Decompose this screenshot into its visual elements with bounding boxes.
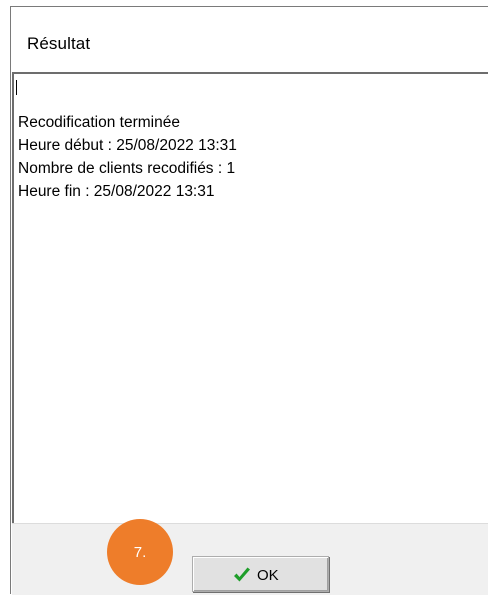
dialog-titlebar: Résultat <box>11 7 488 71</box>
ok-button-content: OK <box>232 565 279 585</box>
result-line-client-count: Nombre de clients recodifiés : 1 <box>18 160 236 177</box>
result-lines: Recodification terminée Heure début : 25… <box>18 111 237 203</box>
result-textarea[interactable]: Recodification terminée Heure début : 25… <box>12 72 488 523</box>
result-line-end-time: Heure fin : 25/08/2022 13:31 <box>18 183 215 200</box>
result-dialog: Résultat Recodification terminée Heure d… <box>10 6 488 595</box>
result-line-start-time: Heure début : 25/08/2022 13:31 <box>18 137 237 154</box>
step-number-badge: 7. <box>107 519 173 585</box>
dialog-title: Résultat <box>27 34 91 53</box>
result-line-status: Recodification terminée <box>18 114 180 131</box>
ok-button[interactable]: OK <box>192 556 329 592</box>
ok-button-label: OK <box>257 566 279 584</box>
dialog-footer: OK <box>12 523 488 595</box>
text-caret <box>16 80 17 95</box>
checkmark-icon <box>234 567 250 582</box>
